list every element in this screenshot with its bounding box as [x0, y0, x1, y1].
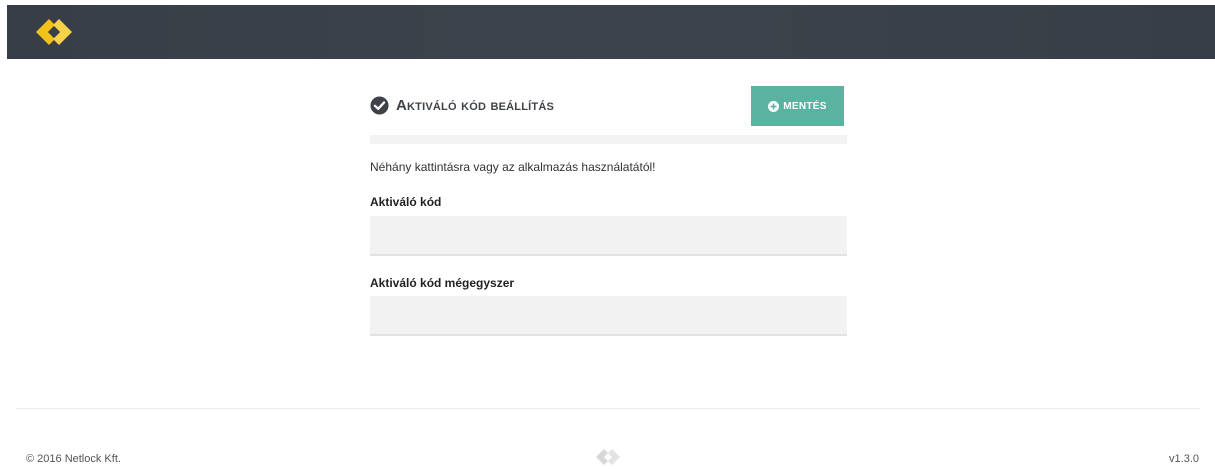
netlock-footer-logo-icon: [596, 449, 620, 465]
netlock-logo-icon[interactable]: [32, 14, 76, 50]
header-divider: [370, 135, 847, 144]
version-text: v1.3.0: [1169, 453, 1199, 465]
activation-code-input[interactable]: [370, 216, 847, 256]
footer-divider: [16, 408, 1200, 409]
form-header: Aktiváló kód beállítás MENTÉS: [370, 84, 847, 126]
plus-circle-icon: [768, 100, 780, 112]
intro-text: Néhány kattintásra vagy az alkalmazás ha…: [370, 160, 656, 174]
page-title-text: Aktiváló kód beállítás: [396, 96, 555, 114]
save-button-label: MENTÉS: [783, 100, 827, 112]
page-title: Aktiváló kód beállítás: [370, 93, 554, 117]
activation-code-label: Aktiváló kód: [370, 195, 442, 209]
save-button[interactable]: MENTÉS: [751, 86, 844, 126]
activation-code-confirm-input[interactable]: [370, 296, 847, 336]
page: Aktiváló kód beállítás MENTÉS Néhány kat…: [0, 0, 1215, 469]
activation-code-confirm-label: Aktiváló kód mégegyszer: [370, 276, 515, 290]
copyright-text: © 2016 Netlock Kft.: [26, 453, 121, 465]
activation-code-form: Aktiváló kód beállítás MENTÉS Néhány kat…: [370, 84, 847, 336]
top-bar: [7, 5, 1215, 59]
check-circle-icon: [370, 95, 389, 115]
